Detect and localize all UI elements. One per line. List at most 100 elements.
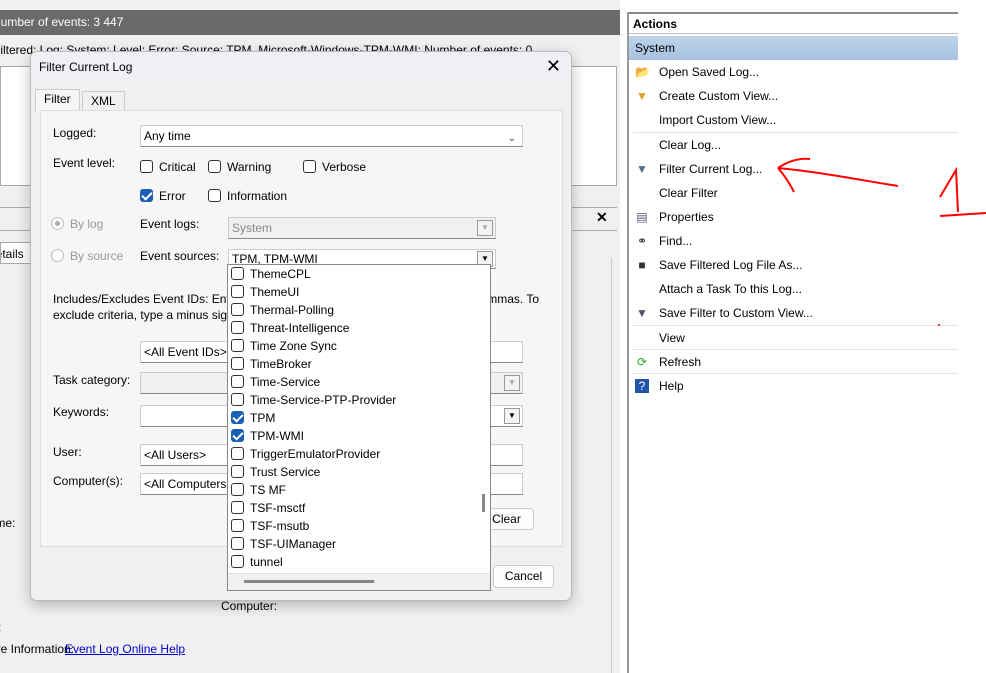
source-list-item[interactable]: tunnel: [228, 553, 490, 571]
source-list-item[interactable]: TPM: [228, 409, 490, 427]
checkbox-checked[interactable]: [231, 429, 244, 442]
level-label: Verbose: [322, 160, 367, 174]
level-warning[interactable]: Warning: [208, 159, 271, 175]
source-list-item[interactable]: TS MF: [228, 481, 490, 499]
computers-value: <All Computers>: [144, 477, 234, 491]
actions-section-system[interactable]: System: [629, 36, 958, 60]
cancel-button[interactable]: Cancel: [493, 565, 554, 588]
action-save-filter-to-custom-view[interactable]: ▼ Save Filter to Custom View...: [629, 301, 958, 325]
dialog-title: Filter Current Log: [39, 60, 133, 74]
source-label: Threat-Intelligence: [250, 321, 350, 335]
checkbox[interactable]: [231, 537, 244, 550]
source-list-item[interactable]: TimeBroker: [228, 355, 490, 373]
event-logs-select: System ▼: [228, 217, 496, 239]
checkbox[interactable]: [208, 160, 221, 173]
source-list-item[interactable]: TriggerEmulatorProvider: [228, 445, 490, 463]
checkbox[interactable]: [231, 357, 244, 370]
close-details-icon[interactable]: ✕: [596, 209, 608, 226]
checkbox[interactable]: [231, 555, 244, 568]
radio-by-log[interactable]: By log: [51, 216, 103, 232]
checkbox[interactable]: [231, 285, 244, 298]
level-error[interactable]: Error: [140, 188, 186, 204]
event-count: Number of events: 3 447: [0, 15, 124, 29]
tab-filter[interactable]: Filter: [35, 89, 80, 111]
checkbox[interactable]: [231, 519, 244, 532]
action-refresh[interactable]: ⟳ Refresh: [629, 350, 958, 374]
action-label: Open Saved Log...: [659, 65, 760, 79]
level-critical[interactable]: Critical: [140, 159, 196, 175]
event-sources-dropdown-list[interactable]: ThemeCPL ThemeUI Thermal-Polling Threat-Int…: [227, 264, 491, 591]
checkbox[interactable]: [303, 160, 316, 173]
checkbox[interactable]: [140, 160, 153, 173]
label-misc: :: [0, 619, 1, 635]
checkbox[interactable]: [231, 339, 244, 352]
folder-icon: 📂: [635, 65, 650, 79]
funnel-star-icon: ▼: [636, 89, 648, 103]
keywords-label: Keywords:: [53, 405, 110, 419]
action-clear-log[interactable]: Clear Log...: [629, 133, 958, 157]
checkbox[interactable]: [231, 375, 244, 388]
chevron-down-icon: ⌄: [507, 133, 516, 144]
source-list-item[interactable]: TSF-UIManager: [228, 535, 490, 553]
action-create-custom-view[interactable]: ▼ Create Custom View...: [629, 84, 958, 108]
source-list-item[interactable]: Threat-Intelligence: [228, 319, 490, 337]
action-label: Filter Current Log...: [659, 162, 763, 176]
radio-button[interactable]: [51, 249, 64, 262]
checkbox[interactable]: [231, 267, 244, 280]
source-list-item[interactable]: ThemeCPL: [228, 265, 490, 283]
action-clear-filter[interactable]: Clear Filter: [629, 181, 958, 205]
source-list-item[interactable]: Thermal-Polling: [228, 301, 490, 319]
action-find[interactable]: ⚭ Find...: [629, 229, 958, 253]
source-label: ThemeUI: [250, 285, 300, 299]
checkbox[interactable]: [231, 501, 244, 514]
checkbox-checked[interactable]: [140, 189, 153, 202]
event-log-help-link[interactable]: Event Log Online Help: [65, 641, 185, 657]
action-help[interactable]: ? Help: [629, 374, 958, 398]
action-label: Clear Filter: [659, 186, 718, 200]
source-list-item[interactable]: Time Zone Sync: [228, 337, 490, 355]
checkbox[interactable]: [231, 393, 244, 406]
action-filter-current-log[interactable]: ▼ Filter Current Log...: [629, 157, 958, 181]
checkbox[interactable]: [208, 189, 221, 202]
source-list-item[interactable]: Time-Service-PTP-Provider: [228, 391, 490, 409]
action-properties[interactable]: ▤ Properties: [629, 205, 958, 229]
horizontal-scrollbar[interactable]: [244, 580, 374, 583]
action-label: Import Custom View...: [659, 113, 777, 127]
checkbox[interactable]: [231, 321, 244, 334]
vertical-scrollbar[interactable]: [482, 494, 485, 512]
action-label: Attach a Task To this Log...: [659, 282, 802, 296]
source-list-item[interactable]: TSF-msutb: [228, 517, 490, 535]
source-list-item[interactable]: TPM-WMI: [228, 427, 490, 445]
dropdown-arrow-icon[interactable]: ▼: [504, 408, 520, 424]
properties-icon: ▤: [636, 210, 648, 224]
logged-select[interactable]: Any time ⌄: [140, 125, 523, 147]
source-list-item[interactable]: TSF-msctf: [228, 499, 490, 517]
source-label: TSF-msutb: [250, 519, 310, 533]
checkbox[interactable]: [231, 483, 244, 496]
dialog-titlebar[interactable]: Filter Current Log ✕: [31, 52, 571, 82]
radio-by-source[interactable]: By source: [51, 248, 123, 264]
checkbox[interactable]: [231, 465, 244, 478]
action-label: Save Filtered Log File As...: [659, 258, 803, 272]
source-list-item[interactable]: Time-Service: [228, 373, 490, 391]
checkbox-checked[interactable]: [231, 411, 244, 424]
dropdown-arrow-icon: ▼: [477, 220, 493, 236]
source-list-item[interactable]: Trust Service: [228, 463, 490, 481]
tab-xml[interactable]: XML: [82, 91, 125, 111]
action-label: Save Filter to Custom View...: [659, 306, 813, 320]
checkbox[interactable]: [231, 303, 244, 316]
checkbox[interactable]: [231, 447, 244, 460]
source-label: TSF-UIManager: [250, 537, 337, 551]
action-import-custom-view[interactable]: Import Custom View...: [629, 108, 958, 132]
action-view[interactable]: View: [629, 326, 958, 350]
action-open-saved-log[interactable]: 📂 Open Saved Log...: [629, 60, 958, 84]
action-attach-a-task-to-this-log[interactable]: Attach a Task To this Log...: [629, 277, 958, 301]
level-verbose[interactable]: Verbose: [303, 159, 366, 175]
level-information[interactable]: Information: [208, 188, 287, 204]
action-save-filtered-log-file-as[interactable]: ■ Save Filtered Log File As...: [629, 253, 958, 277]
source-list-item[interactable]: ThemeUI: [228, 283, 490, 301]
source-label: Time Zone Sync: [250, 339, 337, 353]
radio-button[interactable]: [51, 217, 64, 230]
close-icon[interactable]: ✕: [546, 56, 561, 77]
radio-label: By source: [70, 249, 124, 263]
